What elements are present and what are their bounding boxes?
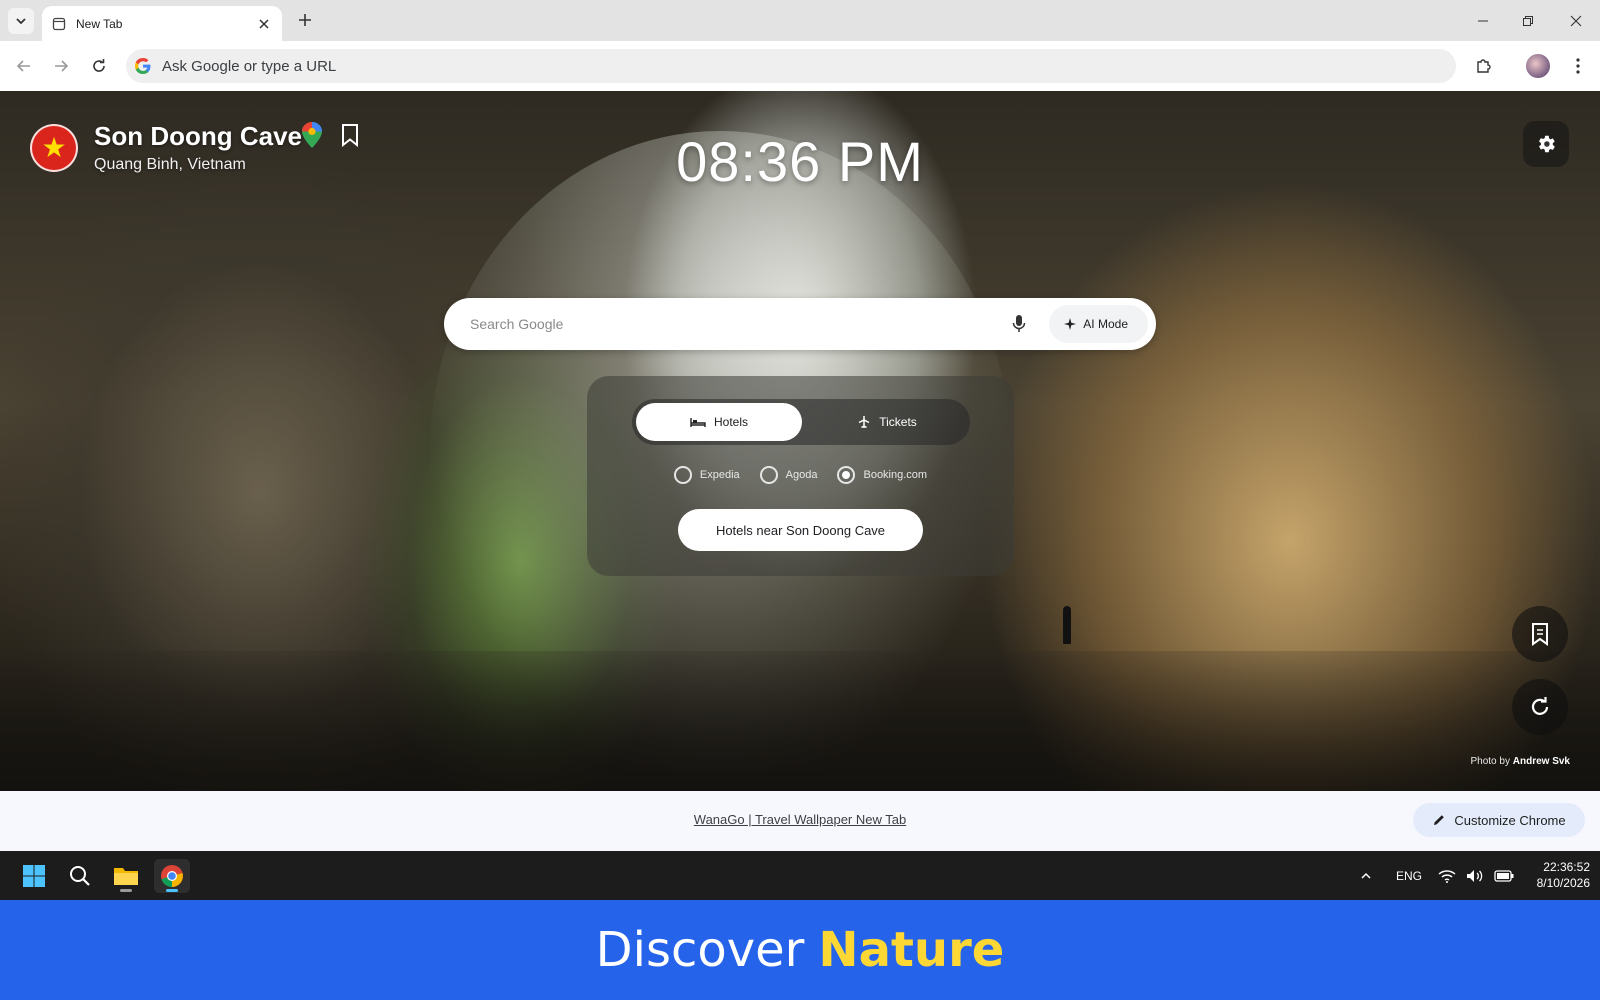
banner-text: Discover xyxy=(595,922,805,978)
ai-mode-button[interactable]: AI Mode xyxy=(1049,305,1148,343)
close-icon xyxy=(1570,15,1582,27)
wifi-icon xyxy=(1438,869,1456,883)
provider-booking[interactable]: Booking.com xyxy=(837,466,927,484)
reload-button[interactable] xyxy=(86,53,112,79)
profile-avatar[interactable] xyxy=(1526,54,1550,78)
provider-label: Agoda xyxy=(785,469,818,481)
extension-link[interactable]: WanaGo | Travel Wallpaper New Tab xyxy=(0,812,1600,827)
refresh-wallpaper-button[interactable] xyxy=(1512,679,1568,735)
microphone-icon xyxy=(1013,315,1026,332)
restore-button[interactable] xyxy=(1515,8,1541,34)
folder-icon xyxy=(114,868,138,885)
close-icon xyxy=(259,18,269,29)
cave-floor xyxy=(0,651,1600,791)
save-wallpaper-button[interactable] xyxy=(1512,606,1568,662)
provider-agoda[interactable]: Agoda xyxy=(759,466,818,484)
provider-expedia[interactable]: Expedia xyxy=(673,466,740,484)
pencil-icon xyxy=(1434,815,1445,825)
speaker-icon xyxy=(1467,869,1483,882)
windows-logo-icon xyxy=(23,865,45,887)
windows-taskbar: ENG 22:36:52 8/10/2026 xyxy=(0,851,1600,900)
file-explorer-button[interactable] xyxy=(108,859,144,893)
forward-button[interactable] xyxy=(48,53,74,79)
address-bar[interactable] xyxy=(126,49,1456,83)
photo-credit-prefix: Photo by xyxy=(1470,756,1510,767)
voice-search-button[interactable] xyxy=(1007,312,1031,336)
tab-search-button[interactable] xyxy=(8,8,34,34)
hotels-search-button[interactable]: Hotels near Son Doong Cave xyxy=(678,509,923,551)
menu-button[interactable] xyxy=(1565,53,1591,79)
puzzle-icon xyxy=(1477,59,1491,73)
refresh-icon xyxy=(1531,697,1549,715)
customize-chrome-button[interactable]: Customize Chrome xyxy=(1413,803,1585,837)
minimize-icon xyxy=(1478,20,1488,22)
airplane-icon xyxy=(858,416,870,429)
sparkle-icon xyxy=(1064,318,1077,330)
search-bar[interactable]: AI Mode xyxy=(444,298,1156,350)
booking-panel: Hotels Tickets Expedia Agoda Booking.com… xyxy=(587,376,1014,576)
new-tab-footer: WanaGo | Travel Wallpaper New Tab Custom… xyxy=(0,791,1600,851)
close-window-button[interactable] xyxy=(1563,8,1589,34)
chevron-up-icon xyxy=(1361,872,1371,879)
photo-credit-author[interactable]: Andrew Svk xyxy=(1513,756,1570,767)
taskbar-time: 22:36:52 xyxy=(1543,860,1590,874)
chrome-taskbar-button[interactable] xyxy=(154,859,190,893)
taskbar-clock[interactable]: 22:36:52 8/10/2026 xyxy=(1500,859,1590,891)
running-indicator xyxy=(120,889,132,892)
clock: 08:36 PM xyxy=(676,130,924,193)
extensions-button[interactable] xyxy=(1471,53,1497,79)
plus-icon xyxy=(299,14,311,26)
search-input[interactable] xyxy=(470,316,1008,332)
bed-icon xyxy=(690,418,706,427)
minimize-button[interactable] xyxy=(1470,8,1496,34)
search-icon xyxy=(70,866,90,886)
omnibox-input[interactable] xyxy=(162,57,1362,75)
tab-strip: New Tab xyxy=(0,0,1600,41)
tab-new-tab[interactable]: New Tab xyxy=(42,6,282,41)
radio-button[interactable] xyxy=(759,466,778,484)
page-icon xyxy=(52,17,66,30)
gear-icon xyxy=(1539,135,1555,153)
show-hidden-icons-button[interactable] xyxy=(1360,851,1372,900)
provider-label: Booking.com xyxy=(863,469,928,481)
active-indicator xyxy=(166,889,178,892)
arrow-right-icon xyxy=(55,60,69,72)
bookmark-list-icon xyxy=(1532,623,1548,646)
tab-title: New Tab xyxy=(76,16,123,31)
tab-tickets[interactable]: Tickets xyxy=(807,403,967,441)
arrow-left-icon xyxy=(16,60,30,72)
customize-chrome-label: Customize Chrome xyxy=(1454,812,1566,828)
radio-button-selected[interactable] xyxy=(837,466,856,484)
booking-tabs: Hotels Tickets xyxy=(632,399,970,445)
language-indicator[interactable]: ENG xyxy=(1396,851,1422,900)
more-vertical-icon xyxy=(1576,58,1580,74)
settings-button[interactable] xyxy=(1523,121,1569,167)
restore-icon xyxy=(1523,16,1533,26)
taskbar-search-button[interactable] xyxy=(62,859,98,893)
tab-hotels[interactable]: Hotels xyxy=(636,403,802,441)
wallpaper: ★ Son Doong Cave Quang Binh, Vietnam 08:… xyxy=(0,91,1600,791)
tab-close-button[interactable] xyxy=(256,16,272,32)
back-button[interactable] xyxy=(11,53,37,79)
photo-credit: Photo by Andrew Svk xyxy=(1470,756,1570,767)
provider-options: Expedia Agoda Booking.com xyxy=(587,466,1014,484)
provider-label: Expedia xyxy=(699,469,740,481)
radio-button[interactable] xyxy=(673,466,692,484)
browser-toolbar xyxy=(0,41,1600,91)
taskbar-date: 8/10/2026 xyxy=(1536,876,1590,890)
promo-banner: Discover Nature xyxy=(0,900,1600,1000)
banner-accent: Nature xyxy=(818,922,1005,978)
chevron-down-icon xyxy=(16,18,26,25)
ai-mode-label: AI Mode xyxy=(1083,317,1128,331)
tab-tickets-label: Tickets xyxy=(879,415,917,429)
tab-hotels-label: Hotels xyxy=(713,415,748,429)
reload-icon xyxy=(93,59,105,72)
start-button[interactable] xyxy=(16,859,52,893)
new-tab-button[interactable] xyxy=(294,9,316,31)
chrome-icon xyxy=(161,865,183,887)
google-g-icon xyxy=(135,58,151,74)
person-silhouette xyxy=(1063,606,1071,644)
